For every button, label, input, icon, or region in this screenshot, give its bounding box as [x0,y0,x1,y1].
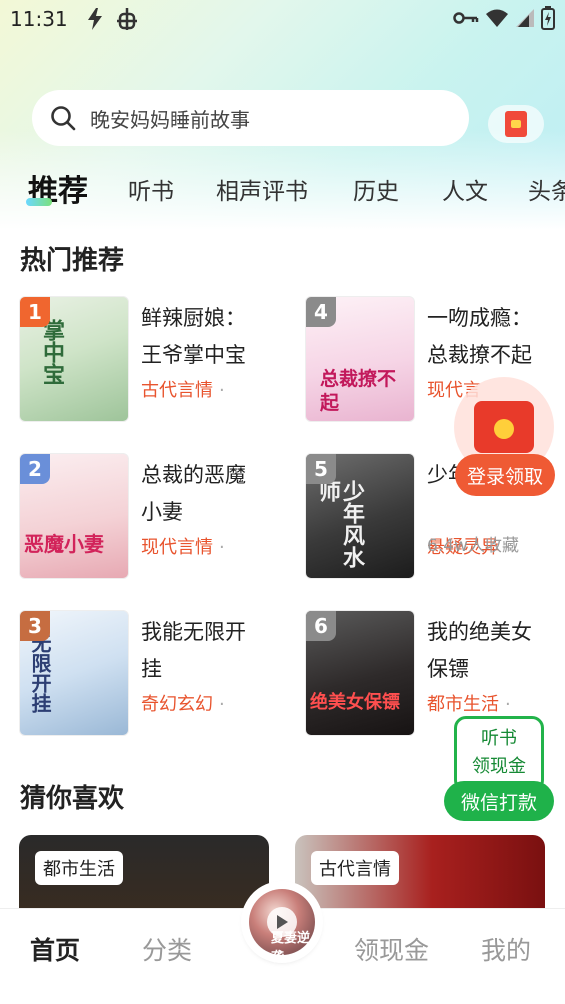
search-placeholder: 晚安妈妈睡前故事 [90,107,250,132]
book-cover: 无限开挂 3 [19,610,129,736]
now-playing-button[interactable]: 夏妻逆袭 [244,884,320,965]
tab-humanities[interactable]: 人文 [442,172,488,206]
nav-cash[interactable]: 领现金 [354,931,429,967]
genre-tag: 古代言情 [311,851,399,885]
book-item[interactable]: 掌中宝 1 鲜辣厨娘：王爷掌中宝 古代言情 · [19,296,289,424]
listen-cash-line2: 领现金 [472,756,526,777]
bug-icon [114,6,140,32]
cover-title: 无限开挂 [28,633,52,713]
book-item[interactable]: 无限开挂 3 我能无限开挂 奇幻玄幻 · [19,610,289,738]
now-playing-cover: 夏妻逆袭 [249,889,315,965]
wechat-payout-button[interactable]: 微信打款 [444,781,554,821]
key-icon [453,10,479,26]
book-cover: 恶魔小妻 2 [19,453,129,579]
status-left-icons [84,6,140,32]
tab-crosstalk[interactable]: 相声评书 [216,172,308,206]
book-item[interactable]: 恶魔小妻 2 总裁的恶魔小妻 现代言情 · [19,453,289,581]
book-genre: 现代言情 · [141,537,225,558]
rank-badge: 6 [306,611,336,641]
status-bar: 11:31 [0,0,565,40]
cover-title: 绝美女保镖 [310,692,400,713]
book-title: 一吻成瘾：总裁撩不起 [427,306,532,367]
book-title: 总裁的恶魔小妻 [141,463,246,524]
now-playing-cover-title: 夏妻逆袭 [271,931,311,965]
red-packet-button[interactable] [488,105,544,143]
battery-icon [541,6,555,30]
section-title-hot: 热门推荐 [20,246,125,276]
search-bar[interactable]: 晚安妈妈睡前故事 [32,90,469,146]
wifi-icon [485,8,509,28]
rank-badge: 5 [306,454,336,484]
flash-icon [84,6,106,32]
active-tab-indicator [26,198,52,206]
red-packet-icon [505,111,527,137]
book-title: 鲜辣厨娘：王爷掌中宝 [141,306,246,367]
tab-history[interactable]: 历史 [353,172,399,206]
nav-mine[interactable]: 我的 [481,931,531,967]
section-title-guess: 猜你喜欢 [20,784,125,814]
book-cover: 绝美女保镖 6 [305,610,415,736]
book-cover: 掌中宝 1 [19,296,129,422]
signal-icon [515,8,535,28]
book-cover: 总裁撩不起 4 [305,296,415,422]
cover-title: 总裁撩不起 [320,368,397,414]
cover-title: 掌中宝 [39,319,65,385]
search-icon [50,105,76,131]
book-genre: 古代言情 · [141,380,225,401]
genre-tag: 都市生活 [35,851,123,885]
rank-badge: 4 [306,297,336,327]
book-genre: 都市生活 · [427,694,511,715]
book-title: 我能无限开挂 [141,620,246,681]
rank-badge: 2 [20,454,50,484]
cover-title: 恶魔小妻 [24,532,104,556]
status-right-icons [453,6,555,30]
book-title: 我的绝美女保镖 [427,620,532,681]
nav-category[interactable]: 分类 [142,931,192,967]
book-cover: 少年风水师 5 [305,453,415,579]
tab-audiobook[interactable]: 听书 [128,172,174,206]
book-favorites: 6.4w人收藏 [427,536,519,556]
login-claim-button[interactable]: 登录领取 [455,454,555,496]
status-time: 11:31 [10,7,68,31]
rank-badge: 1 [20,297,50,327]
nav-home[interactable]: 首页 [30,931,80,967]
tab-headlines[interactable]: 头条 [528,172,565,206]
book-genre: 奇幻玄幻 · [141,694,225,715]
red-envelope-icon [474,401,534,453]
category-tabs: 推荐 听书 相声评书 历史 人文 头条 [0,166,565,214]
listen-cash-line1: 听书 [481,728,517,749]
cover-title: 少年风水师 [315,480,365,568]
rank-badge: 3 [20,611,50,641]
